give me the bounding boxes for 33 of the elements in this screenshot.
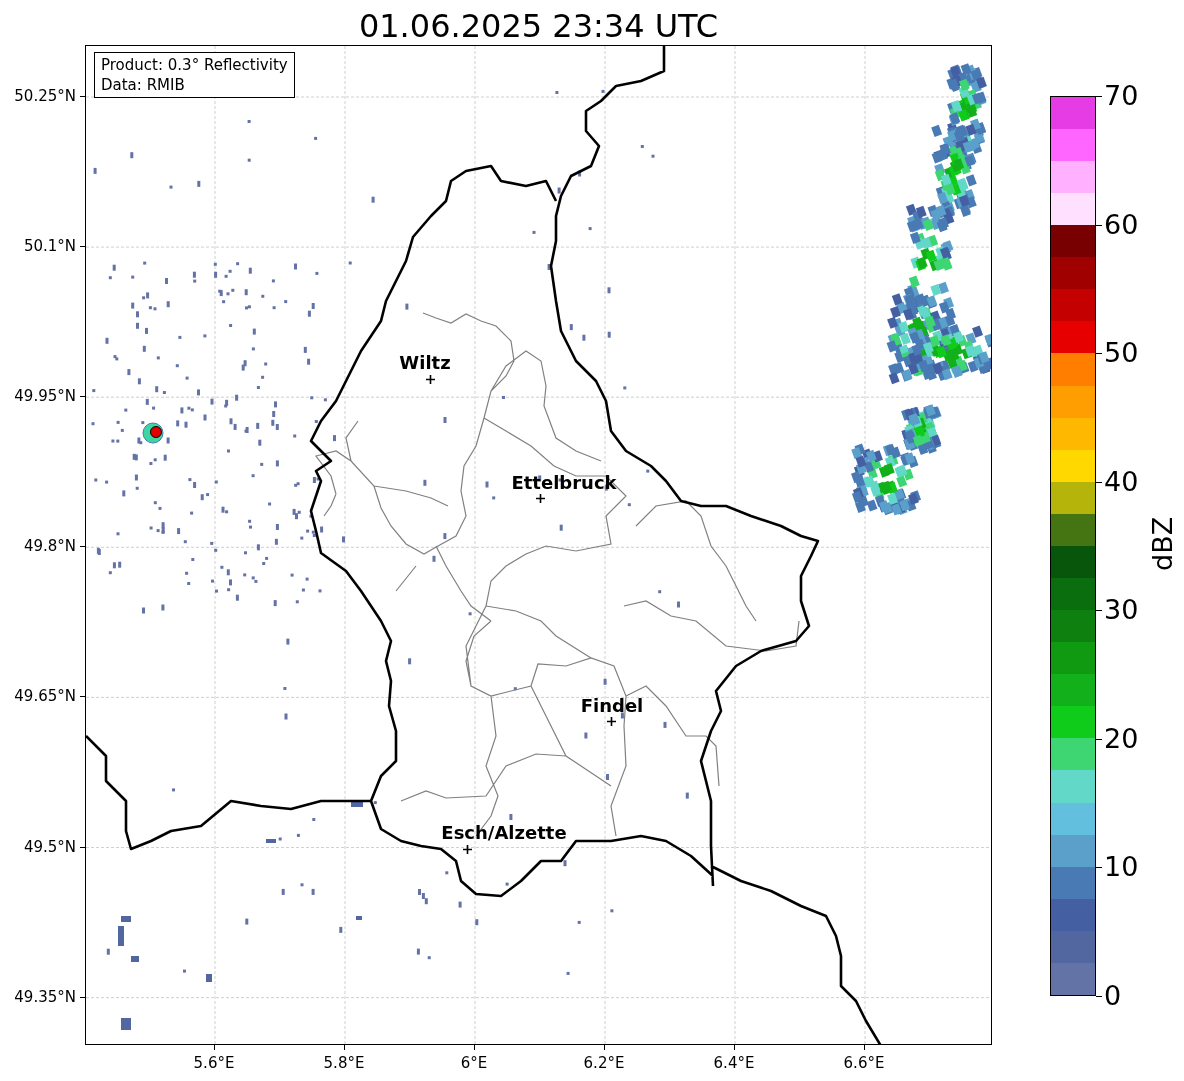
colorbar-tick-label: 20 bbox=[1104, 722, 1139, 755]
axis-tick-label: 49.95°N bbox=[14, 387, 76, 406]
axis-tick-label: 5.8°E bbox=[323, 1054, 365, 1072]
axis-tick-label: 6.4°E bbox=[713, 1054, 755, 1072]
city-marker-icon bbox=[535, 493, 545, 503]
city-label: Esch/Alzette bbox=[441, 822, 567, 844]
axis-tick-label: 49.35°N bbox=[14, 987, 76, 1006]
axis-tick-label: 6°E bbox=[460, 1054, 488, 1072]
axis-tick-label: 50.25°N bbox=[14, 87, 76, 105]
colorbar-tick-label: 60 bbox=[1104, 208, 1139, 241]
chart-title: 01.06.2025 23:34 UTC bbox=[358, 6, 719, 47]
colorbar-tick-label: 30 bbox=[1104, 594, 1139, 627]
info-text: Data: RMIB bbox=[101, 75, 186, 95]
colorbar-tick-label: 10 bbox=[1104, 851, 1139, 884]
city-marker-icon bbox=[425, 374, 435, 384]
city-marker-icon bbox=[606, 716, 616, 726]
city-marker-icon bbox=[462, 844, 472, 854]
radar-site-icon bbox=[142, 422, 164, 444]
axis-tick-label: 50.1°N bbox=[23, 237, 76, 256]
city-label: Ettelbruck bbox=[511, 472, 617, 494]
axis-tick-label: 6.2°E bbox=[583, 1054, 625, 1072]
colorbar-tick-label: 0 bbox=[1104, 980, 1122, 1012]
city-label: Findel bbox=[580, 695, 644, 717]
colorbar-tick-label: 70 bbox=[1104, 80, 1139, 112]
axis-tick-label: 49.8°N bbox=[23, 537, 76, 556]
axis-tick-label: 49.5°N bbox=[23, 837, 76, 856]
city-label: Wiltz bbox=[399, 352, 451, 374]
axis-tick-label: 5.6°E bbox=[193, 1054, 235, 1072]
info-text: Product: 0.3° Reflectivity bbox=[101, 55, 288, 75]
axis-tick-label: 6.6°E bbox=[843, 1054, 885, 1072]
axis-tick-label: 49.65°N bbox=[14, 687, 76, 706]
colorbar-tick-label: 50 bbox=[1104, 337, 1139, 370]
colorbar-tick-label: 40 bbox=[1104, 465, 1139, 498]
